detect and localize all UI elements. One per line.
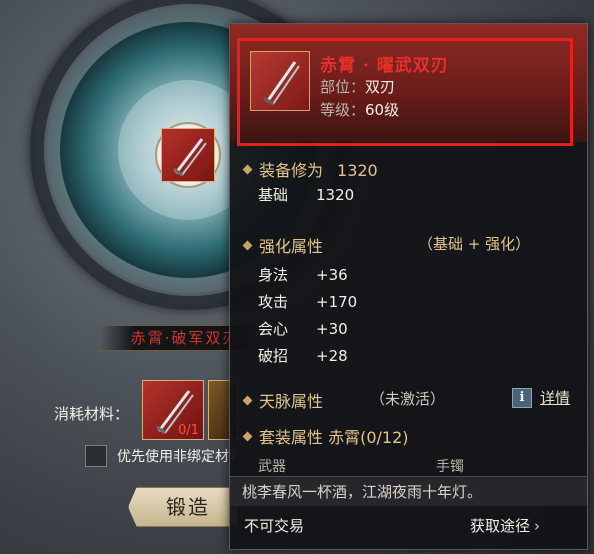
materials-label: 消耗材料： xyxy=(54,405,130,423)
enhance-title: 强化属性 xyxy=(242,233,324,257)
slot-key: 部位： xyxy=(320,78,366,96)
level-value: 60级 xyxy=(365,101,400,119)
obtain-label: 获取途径 xyxy=(470,517,531,535)
stat-row: 身法 +36 xyxy=(258,264,348,285)
slot-value: 双刃 xyxy=(365,78,396,96)
chevron-right-icon: › xyxy=(534,517,541,535)
stat-name: 身法 xyxy=(258,266,289,284)
diamond-bullet-icon xyxy=(242,240,253,251)
set-part: 武器 xyxy=(258,459,286,475)
meridian-detail-link[interactable]: 详情 xyxy=(540,387,570,408)
stat-name: 破招 xyxy=(258,347,289,365)
stat-name: 攻击 xyxy=(258,293,289,311)
enhance-label: 强化属性 xyxy=(259,237,324,256)
stat-value: +36 xyxy=(316,266,348,284)
base-row: 基础 1320 xyxy=(258,184,354,205)
set-label: 套装属性 赤霄(0/12) xyxy=(259,428,409,447)
gear-score-title: 装备修为 1320 xyxy=(242,157,378,181)
level-line: 等级：60级 xyxy=(320,99,399,120)
info-icon[interactable]: i xyxy=(512,388,532,408)
set-part: 手镯 xyxy=(436,459,464,475)
material-count: 0/1 xyxy=(178,423,199,438)
set-title: 套装属性 赤霄(0/12) xyxy=(242,424,409,448)
dual-blade-icon xyxy=(263,61,300,106)
prefer-unbound-label: 优先使用非绑定材料 xyxy=(117,449,237,465)
center-item-slot[interactable] xyxy=(161,128,215,182)
slot-line: 部位：双刃 xyxy=(320,76,395,97)
prefer-unbound-checkbox[interactable] xyxy=(85,445,107,467)
stat-row: 会心 +30 xyxy=(258,318,348,339)
meridian-title: 天脉属性 xyxy=(242,388,324,412)
stat-row: 攻击 +170 xyxy=(258,291,357,312)
gear-score-value: 1320 xyxy=(337,161,378,180)
item-title: 赤霄 · 曜武双刃 xyxy=(320,56,449,76)
base-label: 基础 xyxy=(258,186,289,204)
dual-blade-icon xyxy=(173,138,207,177)
meridian-label: 天脉属性 xyxy=(259,392,324,411)
enhance-aside: （基础 + 强化） xyxy=(418,235,531,253)
meridian-status: （未激活） xyxy=(370,390,446,408)
stat-name: 会心 xyxy=(258,320,289,338)
base-value: 1320 xyxy=(316,186,355,204)
stat-value: +28 xyxy=(316,347,348,365)
item-tooltip: 赤霄 · 曜武双刃 部位：双刃 等级：60级 装备修为 1320 基础 1320 强… xyxy=(229,23,588,550)
stat-value: +170 xyxy=(316,293,358,311)
obtain-source-link[interactable]: 获取途径 › xyxy=(470,515,540,536)
tooltip-item-icon xyxy=(250,51,310,111)
flavor-text: 桃李春风一杯酒，江湖夜雨十年灯。 xyxy=(230,476,587,506)
diamond-bullet-icon xyxy=(242,431,253,442)
level-key: 等级： xyxy=(320,101,366,119)
material-slot[interactable]: 0/1 xyxy=(142,380,204,440)
stat-row: 破招 +28 xyxy=(258,345,348,366)
stat-value: +30 xyxy=(316,320,348,338)
forge-button[interactable]: 锻造 xyxy=(128,487,238,527)
tradable-status: 不可交易 xyxy=(244,517,305,535)
diamond-bullet-icon xyxy=(242,164,253,175)
gear-score-label: 装备修为 xyxy=(259,161,324,180)
diamond-bullet-icon xyxy=(242,395,253,406)
